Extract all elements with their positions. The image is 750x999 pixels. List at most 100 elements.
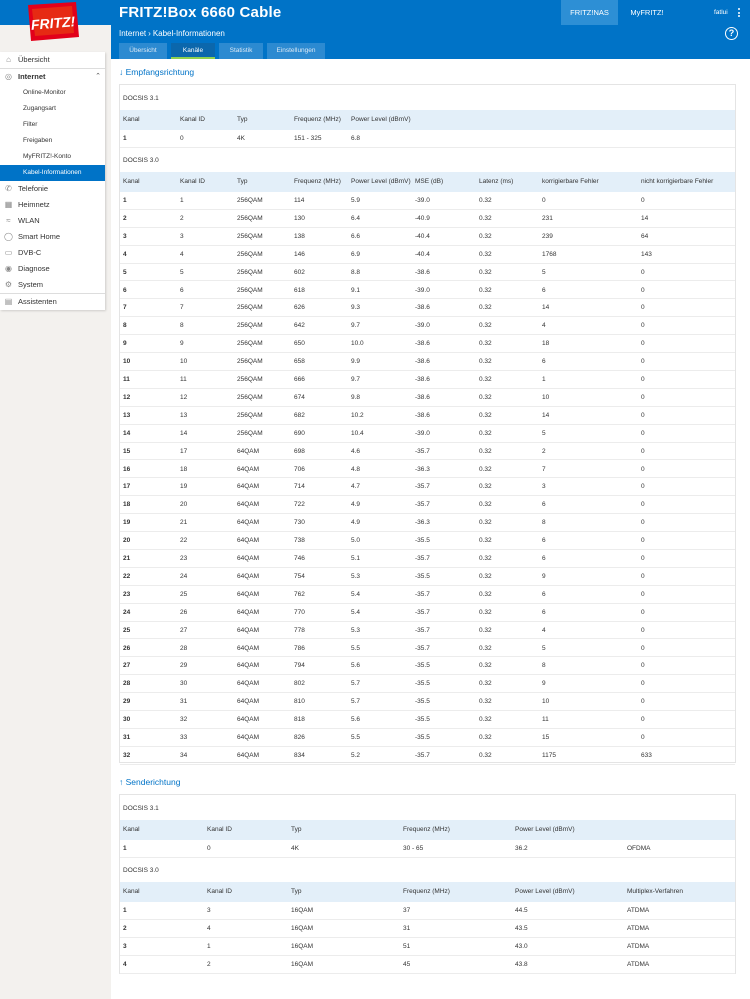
table-cell: -38.6 [415, 340, 430, 348]
table-cell: 34 [180, 751, 188, 759]
table-cell: 27 [180, 626, 188, 634]
table-cell: 12 [180, 393, 188, 401]
table-cell: 31 [180, 698, 188, 706]
table-cell: 32 [180, 716, 188, 724]
chevron-up-icon: ⌃ [95, 73, 101, 80]
table-cell: 10.4 [351, 429, 364, 437]
table-cell: 8 [542, 519, 546, 527]
table-cell: 14 [641, 214, 649, 222]
breadcrumb-internet[interactable]: Internet [119, 29, 146, 38]
sidebar-item-heimnetz[interactable]: ▦ Heimnetz [0, 197, 105, 213]
fritz-logo[interactable]: FRITZ! [22, 1, 82, 43]
table-cell: 10 [542, 393, 550, 401]
table-cell: 25 [180, 590, 188, 598]
table-cell: 0.32 [479, 519, 492, 527]
table-cell: 0 [641, 376, 645, 383]
network-icon: ▦ [4, 200, 13, 209]
table-cell: 5.6 [351, 716, 361, 724]
table-cell: 0 [641, 322, 645, 330]
tab-kanaele[interactable]: Kanäle [171, 43, 215, 59]
tab-uebersicht[interactable]: Übersicht [119, 43, 167, 59]
table-row: 16 18 64QAM 706 4.8 -36.3 0.32 7 0 [120, 461, 735, 479]
fritz-nas-tab[interactable]: FRITZ!NAS [561, 0, 618, 25]
table-cell: 11 [180, 376, 187, 383]
table-cell: 5.7 [351, 698, 361, 706]
table-cell: -35.7 [415, 608, 430, 616]
system-icon: ⚙ [4, 280, 13, 289]
table-row: 4 2 16QAM 45 43.8 ATDMA [120, 956, 735, 974]
table-cell: 0 [641, 197, 645, 204]
table-row: 8 8 256QAM 642 9.7 -39.0 0.32 4 0 [120, 317, 735, 336]
sidebar-item-dvb-c[interactable]: ▭ DVB-C [0, 245, 105, 261]
table-cell: 0.32 [479, 214, 492, 222]
sidebar-item-myfritz-konto[interactable]: MyFRITZ!-Konto [0, 149, 105, 165]
table-cell: 826 [294, 734, 305, 741]
table-cell: 23 [180, 555, 188, 562]
table-cell: 64QAM [237, 572, 260, 580]
table-cell: 698 [294, 447, 305, 455]
column-header: Power Level (dBmV) [515, 826, 575, 833]
table-cell: -38.6 [415, 358, 430, 366]
table-cell: 770 [294, 608, 305, 616]
sidebar-item-diagnose[interactable]: ◉ Diagnose [0, 261, 105, 277]
sidebar-item-freigaben[interactable]: Freigaben [0, 133, 105, 149]
table-cell: 9.7 [351, 376, 361, 383]
table-row: 7 7 256QAM 626 9.3 -38.6 0.32 14 0 [120, 299, 735, 318]
table-cell: 9 [542, 572, 546, 580]
sidebar-item-online-monitor[interactable]: Online-Monitor [0, 85, 105, 101]
user-name[interactable]: fatlui [714, 0, 728, 25]
sidebar-item-telefonie[interactable]: ✆ Telefonie [0, 181, 105, 197]
table-cell: 6 [542, 555, 546, 562]
sidebar-item-smart-home[interactable]: ◯ Smart Home [0, 229, 105, 245]
sidebar-item-filter[interactable]: Filter [0, 117, 105, 133]
table-cell: 0.32 [479, 197, 492, 204]
table-cell: 43.0 [515, 943, 528, 950]
table-cell: 4 [123, 250, 127, 258]
table-cell: 19 [180, 483, 188, 491]
column-header: Frequenz (MHz) [294, 178, 341, 185]
table-row: 1 0 4K 151 - 325 6.8 [120, 130, 735, 148]
tab-statistik[interactable]: Statistik [219, 43, 263, 59]
myfritz-tab[interactable]: MyFRITZ! [622, 0, 672, 25]
downstream-docsis30-header: Kanal Kanal ID Typ Frequenz (MHz) Power … [120, 172, 735, 192]
tab-einstellungen[interactable]: Einstellungen [267, 43, 325, 59]
table-cell: 738 [294, 537, 305, 545]
table-cell: 666 [294, 376, 305, 383]
table-cell: 0 [641, 590, 645, 598]
table-cell: 2 [207, 961, 211, 968]
sidebar-item-internet[interactable]: ◎ Internet ⌃ [0, 68, 105, 84]
column-header: nicht korrigierbare Fehler [641, 178, 714, 185]
table-cell: 0 [641, 286, 645, 294]
table-cell: 11 [123, 376, 130, 383]
table-cell: 64QAM [237, 447, 260, 455]
table-row: 3 3 256QAM 138 6.6 -40.4 0.32 239 64 [120, 228, 735, 246]
help-icon[interactable]: ? [725, 27, 738, 40]
sidebar-item-assistenten[interactable]: ▤ Assistenten [0, 293, 105, 309]
sidebar-item-uebersicht[interactable]: ⌂ Übersicht [0, 52, 105, 68]
more-menu-icon[interactable] [738, 8, 741, 18]
column-header: Typ [237, 178, 248, 185]
table-cell: 0 [641, 698, 645, 706]
table-cell: 64QAM [237, 662, 260, 670]
sub-bar: Internet › Kabel-Informationen ? Übersicht… [111, 25, 750, 59]
table-cell: 0.32 [479, 608, 492, 616]
table-row: 4 4 256QAM 146 6.9 -40.4 0.32 1768 143 [120, 246, 735, 264]
table-cell: 27 [123, 662, 131, 670]
sidebar-item-system[interactable]: ⚙ System [0, 277, 105, 293]
table-cell: -35.5 [415, 537, 430, 545]
column-header: Kanal ID [180, 178, 205, 185]
table-cell: 633 [641, 751, 652, 759]
table-row: 1 1 256QAM 114 5.9 -39.0 0.32 0 0 [120, 192, 735, 210]
table-cell: 64QAM [237, 519, 260, 527]
column-header: Typ [291, 826, 302, 833]
table-cell: 682 [294, 411, 305, 419]
table-cell: 30 - 65 [403, 845, 424, 852]
sidebar-item-wlan[interactable]: ≈ WLAN [0, 213, 105, 229]
table-cell: 9.1 [351, 286, 361, 294]
table-cell: 4.6 [351, 447, 361, 455]
arrow-down-icon: ↓ [119, 67, 124, 77]
sidebar-item-kabel-informationen[interactable]: Kabel-Informationen [0, 165, 105, 181]
table-cell: 1175 [542, 751, 556, 759]
sidebar-item-zugangsart[interactable]: Zugangsart [0, 101, 105, 117]
table-cell: 4 [180, 250, 184, 258]
